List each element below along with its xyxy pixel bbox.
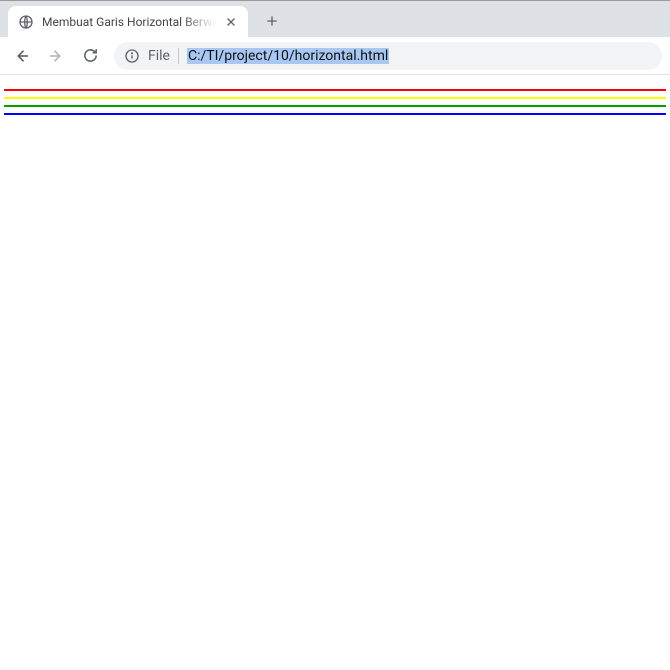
browser-chrome: Membuat Garis Horizontal Berwarna [0, 0, 670, 75]
toolbar: File C:/TI/project/10/horizontal.html [0, 37, 670, 75]
tab-strip: Membuat Garis Horizontal Berwarna [0, 1, 670, 37]
browser-tab[interactable]: Membuat Garis Horizontal Berwarna [8, 6, 248, 37]
horizontal-rule [4, 97, 666, 99]
horizontal-rule [4, 105, 666, 107]
globe-icon [18, 14, 34, 30]
close-icon[interactable] [224, 15, 238, 29]
url-scheme-label: File [148, 48, 179, 64]
back-button[interactable] [8, 42, 36, 70]
horizontal-rule [4, 89, 666, 91]
page-viewport [0, 75, 670, 129]
forward-button[interactable] [42, 42, 70, 70]
horizontal-rule [4, 113, 666, 115]
url-text: C:/TI/project/10/horizontal.html [187, 48, 652, 64]
address-bar[interactable]: File C:/TI/project/10/horizontal.html [114, 42, 662, 70]
new-tab-button[interactable] [258, 7, 286, 35]
info-icon[interactable] [124, 48, 140, 64]
reload-button[interactable] [76, 42, 104, 70]
url-selected-text: C:/TI/project/10/horizontal.html [187, 48, 389, 64]
horizontal-lines-container [4, 89, 666, 115]
tab-title: Membuat Garis Horizontal Berwarna [42, 15, 216, 29]
